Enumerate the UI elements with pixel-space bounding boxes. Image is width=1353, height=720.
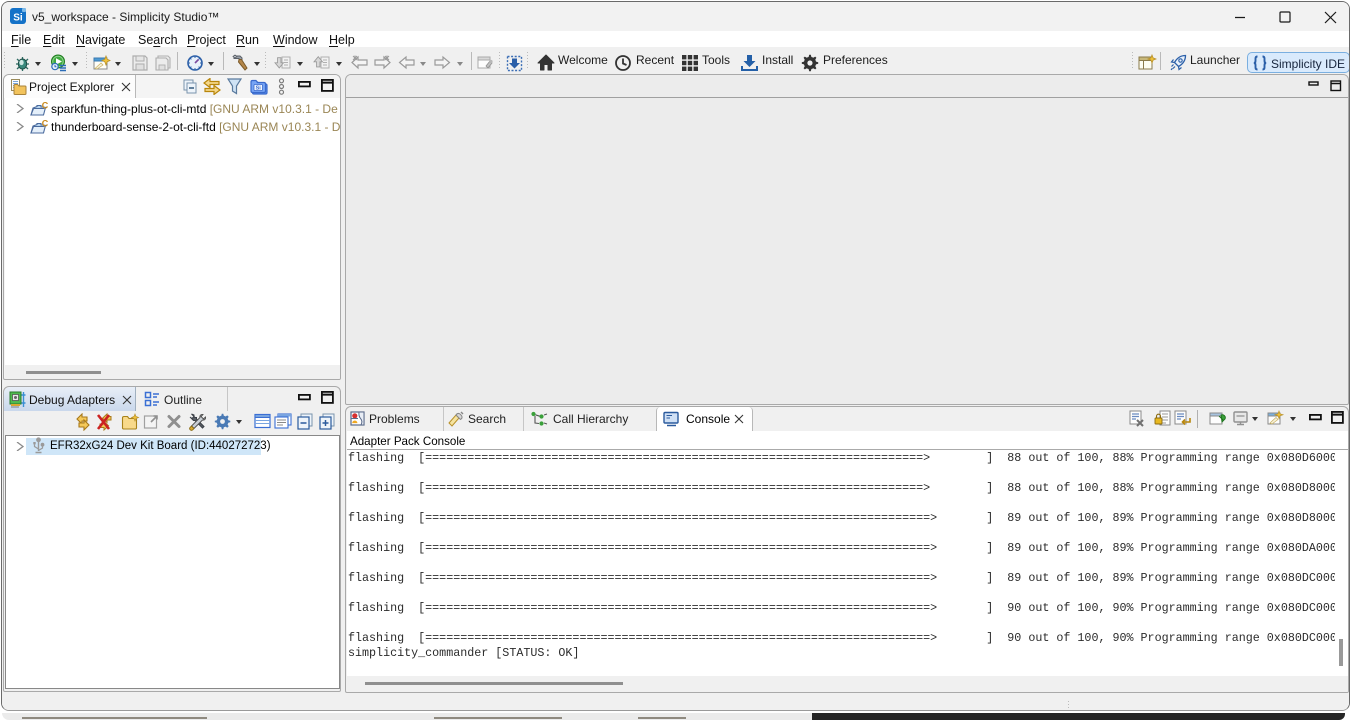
svg-text:C: C: [42, 119, 49, 129]
svg-text:Si: Si: [256, 86, 262, 92]
svg-text:C: C: [42, 101, 49, 111]
svg-text:Si: Si: [13, 13, 23, 24]
